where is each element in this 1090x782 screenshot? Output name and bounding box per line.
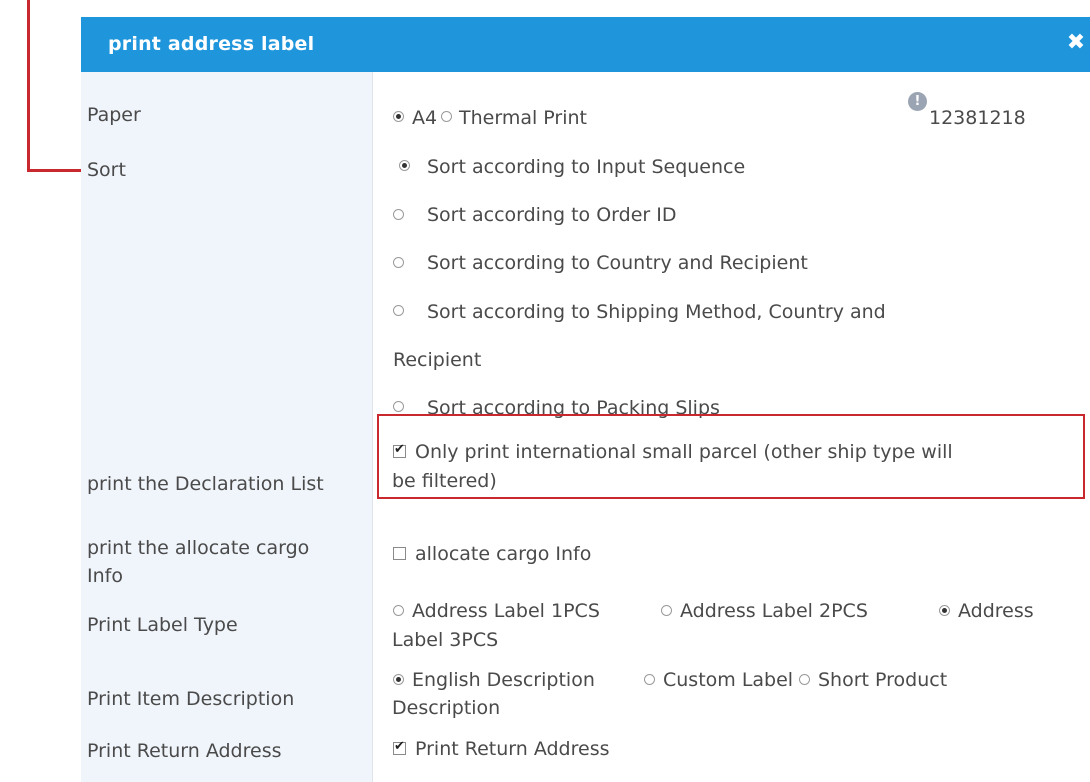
dialog-titlebar: print address label ✖: [81, 17, 1090, 72]
label-2pcs-radio[interactable]: [661, 605, 672, 616]
label-type-label: Print Label Type: [87, 614, 238, 636]
paper-id: 12381218: [929, 107, 1026, 129]
sort-shipping-method-radio[interactable]: [393, 305, 404, 316]
sort-option-label: Sort according to Country and Recipient: [427, 252, 808, 274]
item-description-label: Print Item Description: [87, 688, 295, 710]
sort-order-id-radio[interactable]: [393, 209, 404, 220]
paper-a4-label: A4: [412, 107, 438, 129]
english-description-label: English Description: [412, 669, 595, 691]
sort-input-sequence-radio[interactable]: [399, 160, 410, 171]
annotation-connector-vertical-left: [27, 0, 30, 172]
label-2pcs-label: Address Label 2PCS: [680, 600, 868, 622]
cargo-option-label: allocate cargo Info: [415, 543, 592, 565]
print-address-label-dialog: print address label ✖ Paper Sort print t…: [81, 17, 1090, 782]
sort-packing-slips-radio[interactable]: [393, 401, 404, 412]
label-3pcs-radio[interactable]: [939, 605, 950, 616]
return-address-checkbox[interactable]: [393, 739, 406, 755]
custom-label-radio[interactable]: [644, 674, 655, 685]
sort-option-label: Sort according to Shipping Method, Count…: [427, 301, 886, 323]
info-icon[interactable]: !: [908, 92, 927, 111]
short-product-description-label: Short Product: [818, 669, 948, 691]
english-description-radio[interactable]: [393, 674, 404, 685]
cargo-label-line2: Info: [87, 565, 123, 587]
label-3pcs-label: Address: [958, 600, 1034, 622]
custom-label-label: Custom Label: [663, 669, 794, 691]
sort-option-label: Sort according to Input Sequence: [427, 156, 746, 178]
return-address-label: Print Return Address: [87, 740, 282, 762]
sort-label: Sort: [87, 159, 126, 181]
sort-option-label-continuation: Recipient: [393, 349, 482, 371]
annotation-highlight-box: [377, 414, 1085, 499]
close-icon[interactable]: ✖: [1064, 31, 1088, 55]
dialog-title: print address label: [108, 33, 315, 55]
label-1pcs-radio[interactable]: [393, 605, 404, 616]
paper-thermal-label: Thermal Print: [459, 107, 587, 129]
declaration-label: print the Declaration List: [87, 473, 324, 495]
short-product-description-radio[interactable]: [799, 674, 810, 685]
paper-label: Paper: [87, 104, 141, 126]
cargo-label-line1: print the allocate cargo: [87, 537, 310, 559]
label-1pcs-label: Address Label 1PCS: [412, 600, 600, 622]
short-product-description-label-line2: Description: [392, 697, 501, 719]
paper-thermal-radio[interactable]: [441, 111, 452, 122]
sort-country-recipient-radio[interactable]: [393, 257, 404, 268]
return-address-option-label: Print Return Address: [415, 738, 610, 760]
sort-option-label: Sort according to Order ID: [427, 204, 677, 226]
cargo-checkbox[interactable]: [393, 547, 406, 560]
paper-a4-radio[interactable]: [393, 111, 404, 122]
label-3pcs-label-line2: Label 3PCS: [392, 629, 499, 651]
